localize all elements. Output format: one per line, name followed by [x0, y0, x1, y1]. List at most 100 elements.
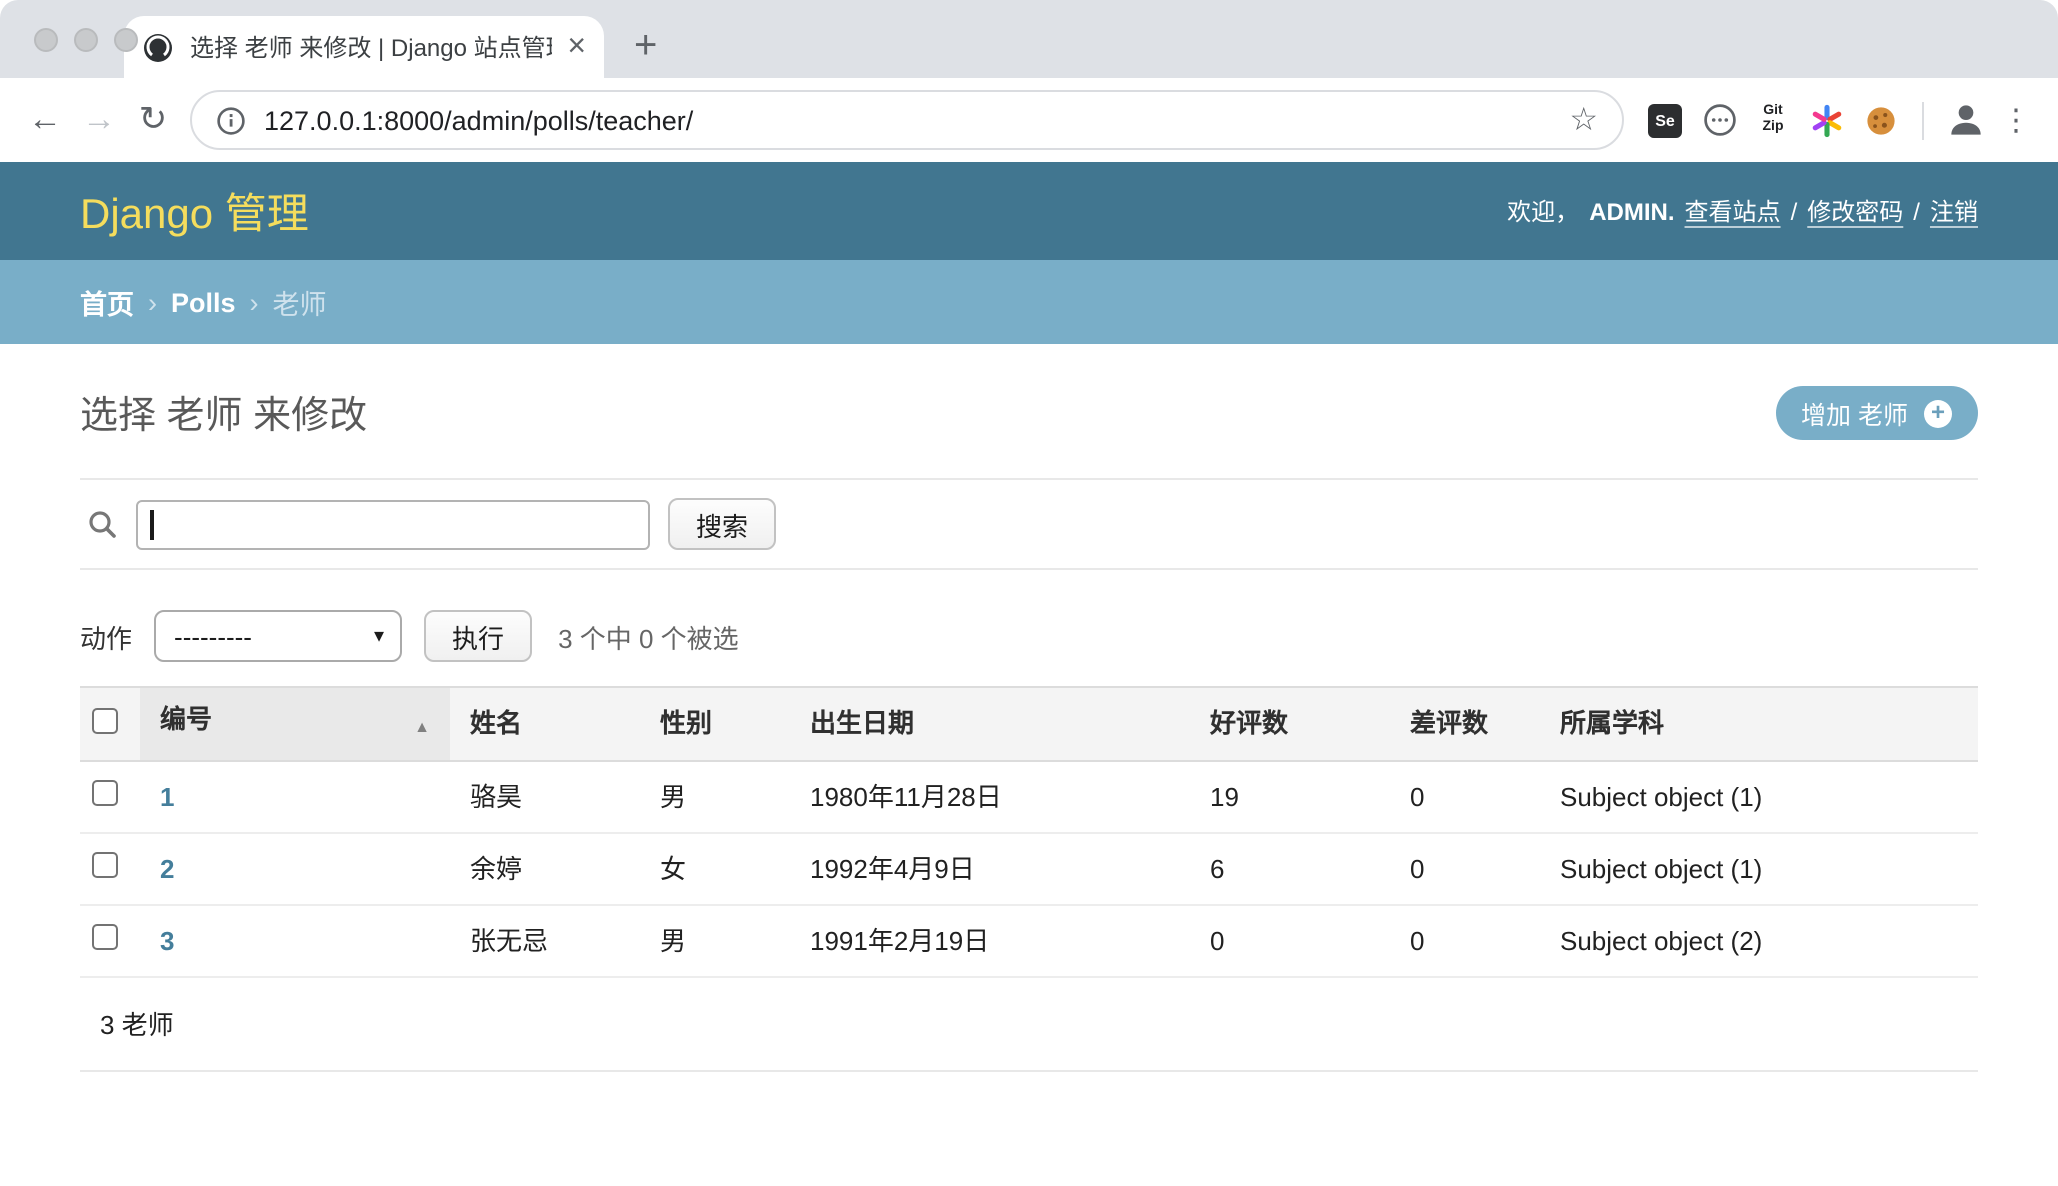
column-header-name[interactable]: 姓名 [450, 687, 640, 761]
search-bar: 搜索 [80, 478, 1978, 570]
breadcrumb-current: 老师 [273, 282, 327, 322]
plus-icon: + [1924, 399, 1952, 427]
gitzip-extension-icon[interactable]: GitZip [1746, 90, 1800, 150]
tab-strip: 选择 老师 来修改 | Django 站点管理 × + [0, 0, 2058, 78]
cell-subject: Subject object (1) [1540, 833, 1978, 905]
cookie-extension-icon[interactable] [1854, 90, 1908, 150]
sort-ascending-icon[interactable]: ▲ [414, 712, 430, 744]
circle-dots-extension-icon[interactable] [1692, 90, 1746, 150]
browser-tab[interactable]: 选择 老师 来修改 | Django 站点管理 × [124, 16, 604, 78]
changelist-content: 选择 老师 来修改 增加 老师 + 搜索 动作 --------- ▾ 执行 3… [0, 344, 2058, 1186]
go-button[interactable]: 执行 [424, 610, 532, 662]
forward-icon[interactable]: → [72, 100, 126, 140]
user-tools-separator: / [1913, 197, 1920, 225]
cell-name: 骆昊 [450, 761, 640, 833]
search-button[interactable]: 搜索 [668, 498, 776, 550]
add-button-label: 增加 老师 [1801, 394, 1908, 432]
search-icon [86, 508, 118, 540]
row-checkbox[interactable] [92, 924, 118, 950]
bookmark-star-icon[interactable]: ☆ [1569, 100, 1598, 140]
cell-gender: 男 [640, 761, 790, 833]
tab-title: 选择 老师 来修改 | Django 站点管理 [190, 30, 551, 64]
new-tab-button[interactable]: + [634, 26, 657, 66]
cell-subject: Subject object (1) [1540, 761, 1978, 833]
column-header-good[interactable]: 好评数 [1190, 687, 1390, 761]
cell-id: 2 [140, 833, 450, 905]
column-header-id[interactable]: 编号 ▲ [140, 687, 450, 761]
title-row: 选择 老师 来修改 增加 老师 + [80, 344, 1978, 440]
url-text[interactable]: 127.0.0.1:8000/admin/polls/teacher/ [264, 105, 1551, 135]
browser-window: 选择 老师 来修改 | Django 站点管理 × + ← → ↻ 127.0.… [0, 0, 2058, 1186]
cell-good: 19 [1190, 761, 1390, 833]
table-row: 2 余婷 女 1992年4月9日 6 0 Subject object (1) [80, 833, 1978, 905]
breadcrumb-separator: › [250, 287, 259, 317]
add-teacher-button[interactable]: 增加 老师 + [1775, 386, 1978, 440]
action-select[interactable]: --------- ▾ [154, 610, 402, 662]
change-password-link[interactable]: 修改密码 [1807, 194, 1903, 228]
page-title: 选择 老师 来修改 [80, 386, 367, 440]
breadcrumb-home-link[interactable]: 首页 [80, 282, 134, 322]
row-id-link[interactable]: 2 [160, 853, 174, 883]
close-tab-icon[interactable]: × [567, 31, 586, 63]
cell-birthday: 1992年4月9日 [790, 833, 1190, 905]
table-row: 3 张无忌 男 1991年2月19日 0 0 Subject object (2… [80, 905, 1978, 977]
cell-id: 3 [140, 905, 450, 977]
site-info-icon[interactable] [216, 105, 246, 135]
logout-link[interactable]: 注销 [1930, 194, 1978, 228]
cell-good: 6 [1190, 833, 1390, 905]
row-checkbox-cell [80, 833, 140, 905]
pinwheel-extension-icon[interactable] [1800, 90, 1854, 150]
row-checkbox-cell [80, 905, 140, 977]
gitzip-label: GitZip [1763, 104, 1784, 136]
cell-good: 0 [1190, 905, 1390, 977]
user-tools-separator: / [1791, 197, 1798, 225]
welcome-text: 欢迎， [1507, 194, 1579, 228]
back-icon[interactable]: ← [18, 100, 72, 140]
breadcrumb-separator: › [148, 287, 157, 317]
result-table: 编号 ▲ 姓名 性别 出生日期 好评数 差评数 所属学科 1 骆昊 男 [80, 686, 1978, 978]
result-count: 3 老师 [80, 978, 1978, 1072]
select-all-checkbox-cell [80, 687, 140, 761]
column-header-birthday[interactable]: 出生日期 [790, 687, 1190, 761]
cell-name: 张无忌 [450, 905, 640, 977]
text-caret [150, 509, 153, 539]
profile-avatar-icon[interactable] [1938, 90, 1992, 150]
column-header-bad[interactable]: 差评数 [1390, 687, 1540, 761]
table-header-row: 编号 ▲ 姓名 性别 出生日期 好评数 差评数 所属学科 [80, 687, 1978, 761]
selenium-badge: Se [1648, 103, 1682, 137]
row-checkbox[interactable] [92, 780, 118, 806]
actions-label: 动作 [80, 617, 132, 655]
row-checkbox-cell [80, 761, 140, 833]
table-row: 1 骆昊 男 1980年11月28日 19 0 Subject object (… [80, 761, 1978, 833]
column-header-gender[interactable]: 性别 [640, 687, 790, 761]
minimize-window-button[interactable] [74, 28, 98, 52]
row-checkbox[interactable] [92, 852, 118, 878]
cell-bad: 0 [1390, 833, 1540, 905]
reload-icon[interactable]: ↻ [126, 100, 180, 140]
cell-bad: 0 [1390, 761, 1540, 833]
window-controls [34, 28, 138, 52]
site-branding-link[interactable]: Django 管理 [80, 181, 309, 241]
select-all-checkbox[interactable] [92, 707, 118, 733]
user-tools: 欢迎， ADMIN. 查看站点 / 修改密码 / 注销 [1507, 194, 1978, 228]
cell-birthday: 1980年11月28日 [790, 761, 1190, 833]
search-input[interactable] [136, 499, 650, 549]
row-id-link[interactable]: 1 [160, 781, 174, 811]
browser-toolbar: ← → ↻ 127.0.0.1:8000/admin/polls/teacher… [0, 78, 2058, 162]
row-id-link[interactable]: 3 [160, 925, 174, 955]
breadcrumb-app-link[interactable]: Polls [171, 287, 236, 317]
chevron-down-icon: ▾ [374, 625, 384, 647]
selenium-extension-icon[interactable]: Se [1638, 90, 1692, 150]
address-bar[interactable]: 127.0.0.1:8000/admin/polls/teacher/ ☆ [190, 90, 1624, 150]
view-site-link[interactable]: 查看站点 [1685, 194, 1781, 228]
cell-bad: 0 [1390, 905, 1540, 977]
cell-subject: Subject object (2) [1540, 905, 1978, 977]
column-header-subject[interactable]: 所属学科 [1540, 687, 1978, 761]
action-select-value: --------- [174, 621, 252, 651]
username-text: ADMIN. [1589, 197, 1674, 225]
zoom-window-button[interactable] [114, 28, 138, 52]
action-counter: 3 个中 0 个被选 [558, 617, 739, 655]
actions-row: 动作 --------- ▾ 执行 3 个中 0 个被选 [80, 610, 1978, 662]
browser-menu-icon[interactable]: ⋮ [1992, 102, 2040, 138]
close-window-button[interactable] [34, 28, 58, 52]
